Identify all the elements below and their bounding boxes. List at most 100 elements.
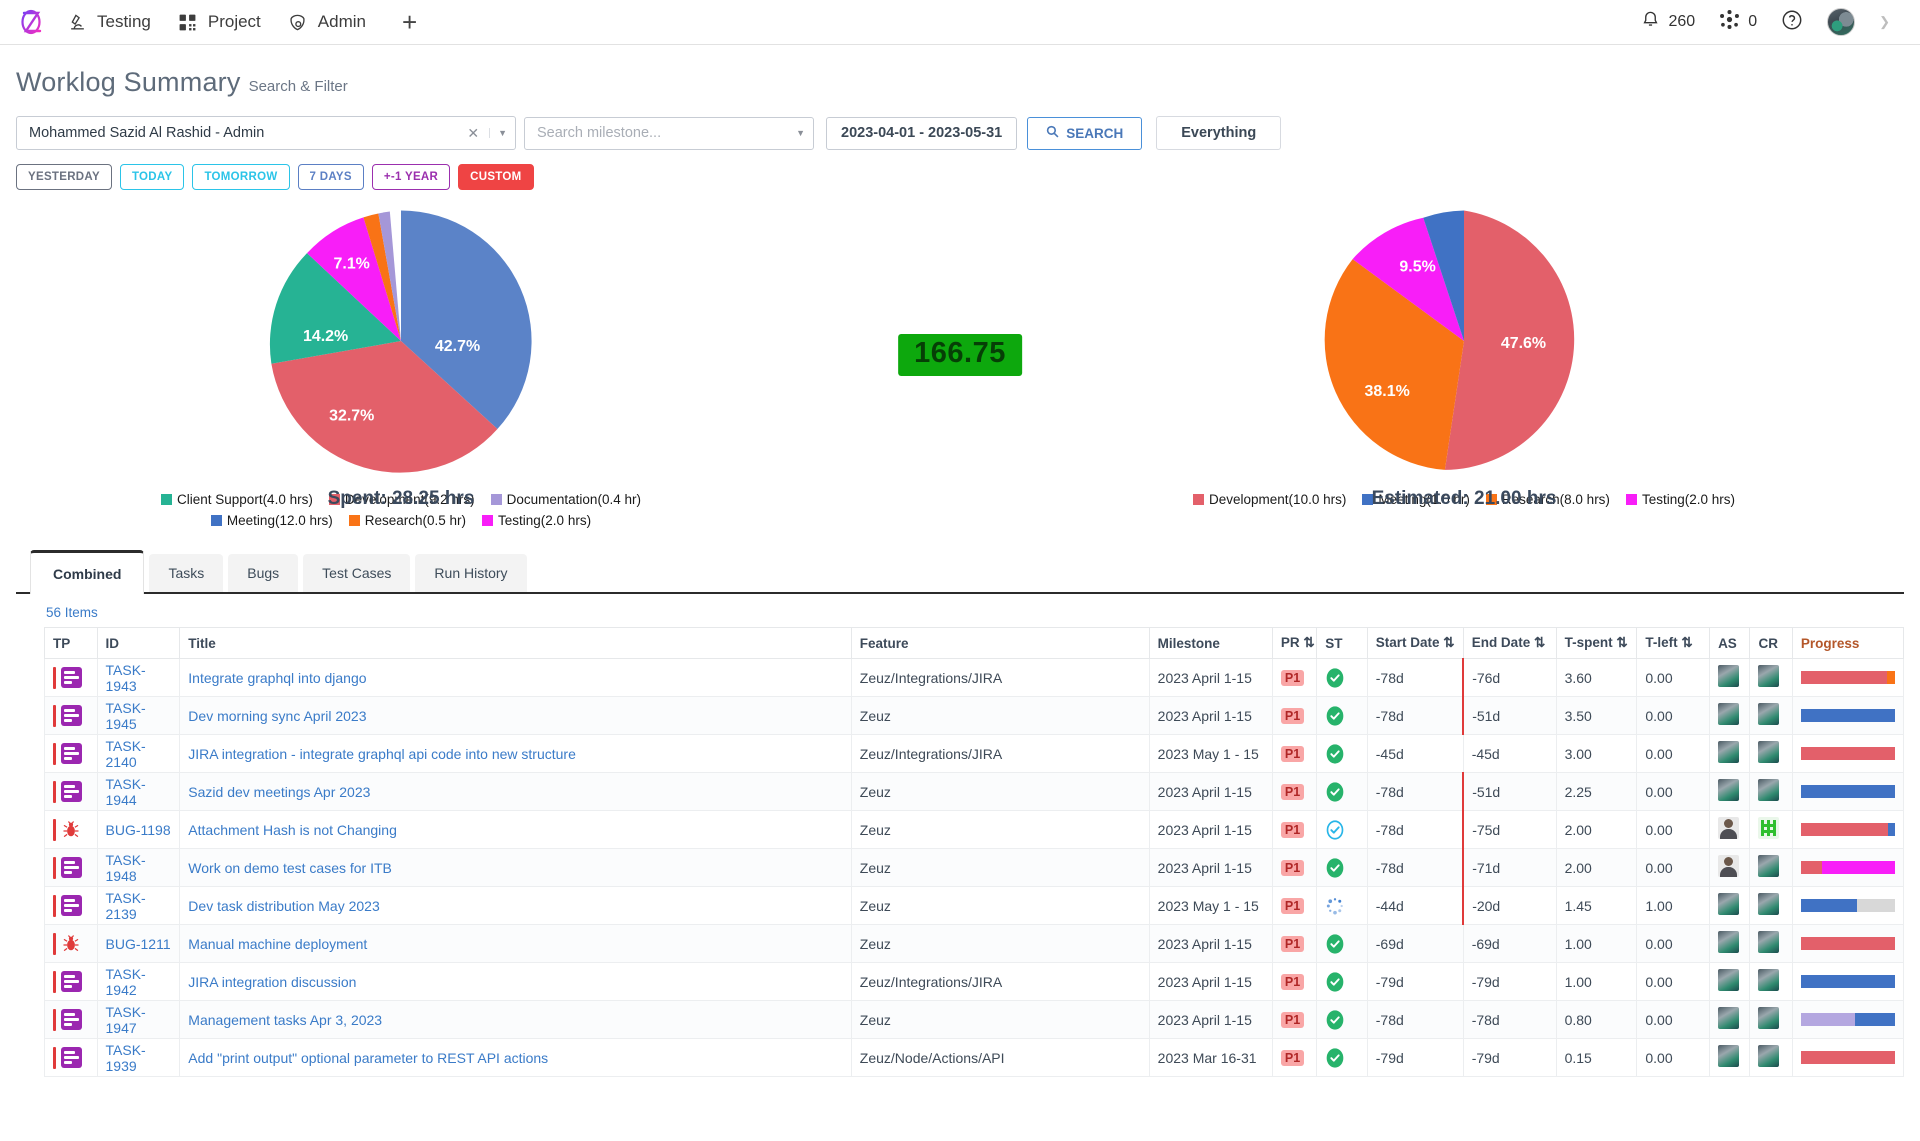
assignee-avatar[interactable] [1718, 779, 1740, 801]
creator-avatar[interactable] [1758, 817, 1780, 839]
items-count[interactable]: 56 Items [46, 605, 1904, 620]
creator-avatar[interactable] [1758, 1007, 1780, 1029]
issue-id-link[interactable]: BUG-1211 [106, 936, 171, 952]
chip-plus-minus-1-year[interactable]: +-1 YEAR [371, 164, 451, 190]
assignee-avatar[interactable] [1718, 741, 1740, 763]
issue-title-link[interactable]: Management tasks Apr 3, 2023 [188, 1012, 382, 1028]
cell-progress[interactable] [1791, 886, 1905, 925]
issue-id-link[interactable]: TASK-2140 [106, 738, 146, 770]
cell-status[interactable] [1316, 886, 1368, 925]
table-row[interactable]: TASK-1944 Sazid dev meetings Apr 2023 Zeuz… [44, 772, 1905, 811]
table-row[interactable]: BUG-1211 Manual machine deployment Zeuz 202… [44, 924, 1905, 963]
cell-progress[interactable] [1791, 734, 1905, 773]
col-progress[interactable]: Progress [1791, 627, 1905, 659]
issue-title-link[interactable]: Manual machine deployment [188, 936, 367, 952]
table-row[interactable]: TASK-1947 Management tasks Apr 3, 2023 Zeu… [44, 1000, 1905, 1039]
cell-title[interactable]: Integrate graphql into django [179, 658, 852, 697]
table-row[interactable]: TASK-1939 Add "print output" optional par… [44, 1038, 1905, 1077]
cell-assignee[interactable] [1709, 1038, 1751, 1077]
cell-progress[interactable] [1791, 772, 1905, 811]
issue-title-link[interactable]: JIRA integration discussion [188, 974, 356, 990]
issue-id-link[interactable]: TASK-1939 [106, 1042, 146, 1074]
clear-icon[interactable]: ✕ [467, 125, 479, 142]
issue-title-link[interactable]: Work on demo test cases for ITB [188, 860, 392, 876]
cell-progress[interactable] [1791, 658, 1905, 697]
cell-assignee[interactable] [1709, 886, 1751, 925]
issue-title-link[interactable]: Dev task distribution May 2023 [188, 898, 379, 914]
col-creator[interactable]: CR [1749, 627, 1793, 659]
cell-tp[interactable] [44, 886, 98, 925]
col-start-date[interactable]: Start Date ⇅ [1366, 627, 1464, 659]
assignee-avatar[interactable] [1718, 703, 1740, 725]
cell-title[interactable]: Dev task distribution May 2023 [179, 886, 852, 925]
cell-creator[interactable] [1749, 1038, 1793, 1077]
creator-avatar[interactable] [1758, 969, 1780, 991]
cell-assignee[interactable] [1709, 772, 1751, 811]
tab-tasks[interactable]: Tasks [149, 554, 224, 592]
creator-avatar[interactable] [1758, 855, 1780, 877]
table-row[interactable]: TASK-2139 Dev task distribution May 2023 Z… [44, 886, 1905, 925]
cell-id[interactable]: TASK-1943 [96, 658, 181, 697]
chevron-down-icon[interactable]: ▼ [489, 128, 507, 138]
issue-title-link[interactable]: Add "print output" optional parameter to… [188, 1050, 548, 1066]
table-row[interactable]: TASK-1942 JIRA integration discussion Zeuz… [44, 962, 1905, 1001]
cell-title[interactable]: JIRA integration discussion [179, 962, 852, 1001]
cell-tp[interactable] [44, 924, 98, 963]
cell-assignee[interactable] [1709, 658, 1751, 697]
cell-id[interactable]: BUG-1211 [96, 924, 181, 963]
cell-status[interactable] [1316, 658, 1368, 697]
col-tp[interactable]: TP [44, 627, 98, 659]
table-row[interactable]: TASK-1943 Integrate graphql into django Ze… [44, 658, 1905, 697]
add-tab-button[interactable]: + [402, 9, 417, 35]
issue-id-link[interactable]: TASK-1944 [106, 776, 146, 808]
assignee-avatar[interactable] [1718, 817, 1740, 839]
cell-title[interactable]: Work on demo test cases for ITB [179, 848, 852, 887]
creator-avatar[interactable] [1758, 665, 1780, 687]
tab-bugs[interactable]: Bugs [228, 554, 299, 592]
cell-progress[interactable] [1791, 924, 1905, 963]
cell-id[interactable]: TASK-1947 [96, 1000, 181, 1039]
milestone-select[interactable]: Search milestone... ▼ [524, 116, 814, 150]
assignee-avatar[interactable] [1718, 665, 1740, 687]
cell-status[interactable] [1316, 772, 1368, 811]
cell-creator[interactable] [1749, 962, 1793, 1001]
issue-id-link[interactable]: TASK-1943 [106, 662, 146, 694]
cell-creator[interactable] [1749, 810, 1793, 849]
cell-status[interactable] [1316, 696, 1368, 735]
assignee-avatar[interactable] [1718, 893, 1740, 915]
cell-status[interactable] [1316, 924, 1368, 963]
col-assignee[interactable]: AS [1709, 627, 1751, 659]
cell-tp[interactable] [44, 658, 98, 697]
cell-title[interactable]: Attachment Hash is not Changing [179, 810, 852, 849]
network-button[interactable]: 0 [1719, 9, 1757, 35]
cell-tp[interactable] [44, 810, 98, 849]
cell-creator[interactable] [1749, 658, 1793, 697]
tab-run-history[interactable]: Run History [415, 554, 527, 592]
col-milestone[interactable]: Milestone [1148, 627, 1273, 659]
cell-id[interactable]: TASK-2139 [96, 886, 181, 925]
cell-title[interactable]: Dev morning sync April 2023 [179, 696, 852, 735]
chevron-down-icon[interactable]: ▼ [796, 128, 805, 138]
cell-assignee[interactable] [1709, 696, 1751, 735]
col-title[interactable]: Title [179, 627, 852, 659]
tab-combined[interactable]: Combined [30, 550, 145, 594]
assignee-avatar[interactable] [1718, 1045, 1740, 1067]
cell-status[interactable] [1316, 734, 1368, 773]
estimated-pie-chart[interactable]: 47.6% 38.1% 9.5% [1319, 196, 1609, 486]
chip-today[interactable]: TODAY [119, 164, 185, 190]
user-avatar[interactable] [1827, 8, 1856, 36]
assignee-avatar[interactable] [1718, 931, 1740, 953]
legend-item[interactable]: Testing(2.0 hrs) [482, 513, 591, 528]
chip-tomorrow[interactable]: TOMORROW [192, 164, 290, 190]
issue-title-link[interactable]: JIRA integration - integrate graphql api… [188, 746, 576, 762]
creator-avatar[interactable] [1758, 931, 1780, 953]
cell-progress[interactable] [1791, 810, 1905, 849]
creator-avatar[interactable] [1758, 741, 1780, 763]
cell-status[interactable] [1316, 962, 1368, 1001]
assignee-avatar[interactable] [1718, 1007, 1740, 1029]
cell-id[interactable]: TASK-2140 [96, 734, 181, 773]
cell-tp[interactable] [44, 962, 98, 1001]
cell-tp[interactable] [44, 734, 98, 773]
search-button[interactable]: SEARCH [1027, 116, 1143, 150]
col-status[interactable]: ST [1316, 627, 1368, 659]
